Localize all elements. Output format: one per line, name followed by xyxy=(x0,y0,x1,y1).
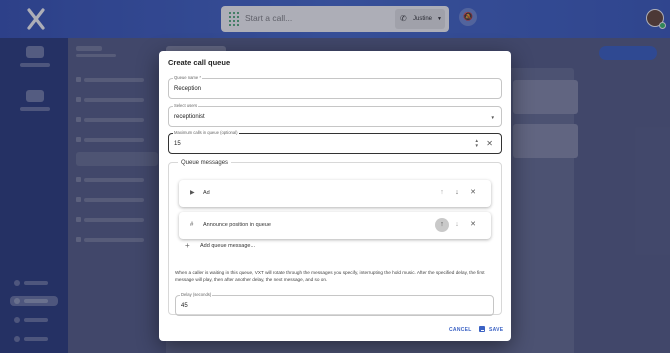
cancel-button[interactable]: CANCEL xyxy=(449,327,472,333)
delay-value: 45 xyxy=(181,303,188,309)
queue-messages-description: When a caller is waiting in this queue, … xyxy=(175,270,485,282)
queue-message-item[interactable]: ▶ Ad ↑ ↓ ✕ xyxy=(179,180,491,207)
number-spinner-icon[interactable]: ▲ ▼ xyxy=(475,138,479,148)
add-queue-message-label: Add queue message... xyxy=(200,243,256,249)
delay-seconds-field[interactable]: Delay (seconds) 45 xyxy=(175,292,494,316)
move-up-icon[interactable]: ↑ xyxy=(437,189,447,197)
max-calls-field[interactable]: Maximum calls in queue (optional) 15 ▲ ▼ … xyxy=(168,130,502,154)
save-label: SAVE xyxy=(489,327,504,333)
select-users-label: Select users xyxy=(173,103,199,109)
queue-messages-legend: Queue messages xyxy=(178,159,232,167)
queue-message-label: Announce position in queue xyxy=(203,222,271,228)
move-down-icon[interactable]: ↓ xyxy=(452,221,462,229)
queue-messages-group: Queue messages ▶ Ad ↑ ↓ ✕ # Announce pos… xyxy=(168,159,502,316)
queue-name-value: Reception xyxy=(174,86,202,92)
select-users-field[interactable]: Select users receptionist ▼ xyxy=(168,103,502,127)
queue-name-label: Queue name * xyxy=(173,75,203,81)
queue-message-label: Ad xyxy=(203,190,210,196)
max-calls-label: Maximum calls in queue (optional) xyxy=(173,130,239,136)
max-calls-value: 15 xyxy=(174,141,181,147)
queue-message-item[interactable]: # Announce position in queue ↑ ↓ ✕ xyxy=(179,212,491,239)
move-down-icon[interactable]: ↓ xyxy=(452,189,462,197)
play-icon[interactable]: ▶ xyxy=(190,189,195,197)
plus-icon: + xyxy=(185,241,190,250)
select-users-value: receptionist xyxy=(174,114,205,120)
dropdown-arrow-icon[interactable]: ▼ xyxy=(491,115,495,120)
clear-icon[interactable]: ✕ xyxy=(486,139,493,148)
hash-icon: # xyxy=(190,222,194,228)
queue-name-field[interactable]: Queue name * Reception xyxy=(168,75,502,99)
delay-label: Delay (seconds) xyxy=(180,292,213,298)
create-call-queue-dialog: Create call queue Queue name * Reception… xyxy=(159,51,511,341)
remove-icon[interactable]: ✕ xyxy=(468,189,478,197)
save-icon xyxy=(479,326,485,332)
dialog-title: Create call queue xyxy=(168,58,231,67)
remove-icon[interactable]: ✕ xyxy=(468,221,478,229)
move-up-icon[interactable]: ↑ xyxy=(435,218,449,232)
